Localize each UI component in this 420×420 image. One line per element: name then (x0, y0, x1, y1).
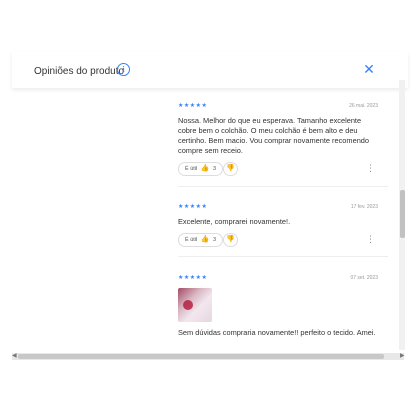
useful-label: É útil (185, 237, 198, 243)
star-rating: ★★★★★ (178, 275, 208, 281)
review-date: 26 mai. 2023 (349, 103, 378, 109)
review-text: Sem dúvidas compraria novamente!! perfei… (178, 328, 376, 337)
review-text: Excelente, comprarei novamente!. (178, 217, 291, 226)
divider (178, 186, 388, 187)
review-actions: É útil 👍 3 👎 ⋮ (178, 233, 378, 247)
review-item: ★★★★★ 17 fev. 2023 Excelente, comprarei … (178, 203, 378, 247)
thumbs-up-icon: 👍 (200, 236, 210, 243)
star-rating: ★★★★★ (178, 204, 208, 210)
divider (178, 256, 388, 257)
useful-count: 3 (213, 166, 217, 172)
more-options-icon[interactable]: ⋮ (366, 162, 375, 174)
review-actions: É útil 👍 3 👎 ⋮ (178, 162, 378, 176)
modal-title: Opiniões do produto (34, 66, 125, 77)
thumbs-up-icon: 👍 (200, 165, 210, 172)
review-photo[interactable] (178, 288, 212, 322)
review-date: 17 fev. 2023 (350, 204, 378, 210)
more-options-icon[interactable]: ⋮ (366, 233, 375, 245)
thumbs-down-icon: 👎 (226, 165, 235, 172)
review-item: ★★★★★ 07 set. 2023 Sem dúvidas compraria… (178, 274, 378, 338)
thumbs-down-icon: 👎 (226, 236, 235, 243)
review-item: ★★★★★ 26 mai. 2023 Nossa. Melhor do que … (178, 102, 378, 176)
reviews-modal: Opiniões do produto i ✕ ★★★★★ 26 mai. 20… (12, 52, 408, 364)
reviews-list: ★★★★★ 26 mai. 2023 Nossa. Melhor do que … (12, 88, 408, 354)
scroll-right-arrow-icon[interactable]: ▶ (400, 352, 405, 359)
scroll-left-arrow-icon[interactable]: ◀ (12, 352, 17, 359)
star-rating: ★★★★★ (178, 103, 208, 109)
thumbs-down-button[interactable]: 👎 (223, 233, 238, 247)
modal-header: Opiniões do produto i ✕ (12, 52, 408, 88)
close-icon[interactable]: ✕ (362, 62, 376, 76)
review-date: 07 set. 2023 (350, 275, 378, 281)
info-icon[interactable]: i (117, 63, 130, 76)
horizontal-scrollbar-thumb[interactable] (18, 354, 384, 359)
vertical-scrollbar-thumb[interactable] (400, 190, 405, 238)
thumbs-down-button[interactable]: 👎 (223, 162, 238, 176)
useful-button[interactable]: É útil 👍 3 (178, 233, 224, 247)
review-text: Nossa. Melhor do que eu esperava. Tamanh… (178, 116, 370, 155)
useful-label: É útil (185, 166, 198, 172)
useful-button[interactable]: É útil 👍 3 (178, 162, 224, 176)
useful-count: 3 (213, 237, 217, 243)
